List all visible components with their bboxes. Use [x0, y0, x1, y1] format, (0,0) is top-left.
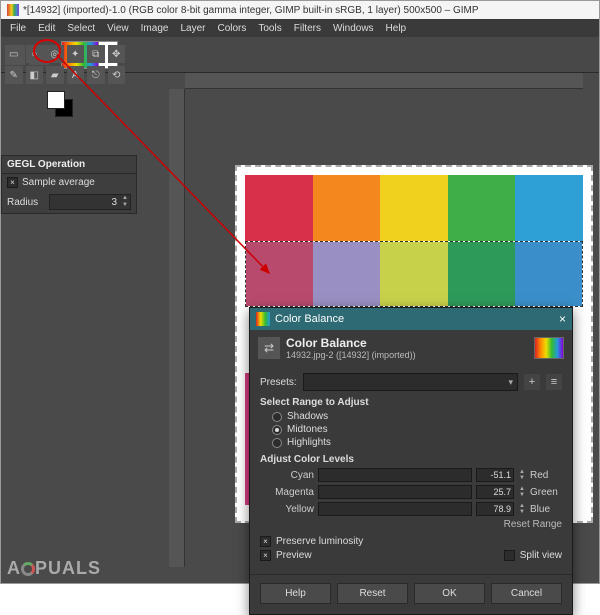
- menu-bar: File Edit Select View Image Layer Colors…: [1, 19, 599, 37]
- split-view-check[interactable]: Split view: [504, 550, 562, 561]
- preview-check[interactable]: ×Preview: [260, 550, 312, 561]
- radius-label: Radius: [7, 197, 45, 208]
- menu-view[interactable]: View: [102, 21, 134, 36]
- radius-input[interactable]: [50, 196, 120, 209]
- radio-highlights[interactable]: Highlights: [260, 437, 562, 448]
- cyan-red-slider[interactable]: [318, 468, 472, 482]
- yel-down[interactable]: ▼: [518, 509, 526, 515]
- toolbox: ▭ ○ ◎ ✦ ⧉ ✥ ✎ ◧ ▰ A ⎋ ⟲: [5, 45, 125, 87]
- menu-tools[interactable]: Tools: [253, 21, 286, 36]
- presets-select[interactable]: ▾: [303, 373, 518, 391]
- radio-midtones[interactable]: Midtones: [260, 424, 562, 435]
- reset-range-link[interactable]: Reset Range: [260, 519, 562, 530]
- sample-avg-label: Sample average: [22, 177, 95, 188]
- preview-swatch: [534, 337, 564, 359]
- cyan-down[interactable]: ▼: [518, 475, 526, 481]
- window-title: *[14932] (imported)-1.0 (RGB color 8-bit…: [23, 5, 479, 16]
- gimp-icon: [7, 4, 19, 16]
- dialog-titlebar[interactable]: Color Balance ×: [250, 308, 572, 330]
- balance-icon: ⇄: [258, 337, 280, 359]
- dialog-icon: [256, 312, 270, 326]
- adjust-label: Adjust Color Levels: [260, 454, 354, 465]
- range-label: Select Range to Adjust: [260, 397, 369, 408]
- cyan-label: Cyan: [266, 470, 314, 481]
- radius-up[interactable]: ▲: [120, 195, 130, 202]
- red-label: Red: [530, 470, 562, 481]
- magenta-label: Magenta: [266, 487, 314, 498]
- menu-edit[interactable]: Edit: [33, 21, 60, 36]
- tool-move[interactable]: ✥: [108, 45, 126, 63]
- tool-crop[interactable]: ⧉: [87, 45, 105, 63]
- radius-spinner[interactable]: ▲▼: [49, 194, 131, 210]
- tool-paintbrush[interactable]: ✎: [5, 66, 23, 84]
- watermark: APUALS: [7, 558, 101, 579]
- tool-ellipse-select[interactable]: ○: [26, 45, 44, 63]
- mag-down[interactable]: ▼: [518, 492, 526, 498]
- radius-down[interactable]: ▼: [120, 202, 130, 209]
- yellow-label: Yellow: [266, 504, 314, 515]
- tool-fuzzy-select[interactable]: ✦: [67, 45, 85, 63]
- window-titlebar: *[14932] (imported)-1.0 (RGB color 8-bit…: [1, 1, 599, 19]
- tool-measure[interactable]: ⟲: [108, 66, 126, 84]
- magenta-green-slider[interactable]: [318, 485, 472, 499]
- menu-file[interactable]: File: [5, 21, 31, 36]
- menu-colors[interactable]: Colors: [212, 21, 251, 36]
- green-label: Green: [530, 487, 562, 498]
- menu-windows[interactable]: Windows: [328, 21, 379, 36]
- magenta-value[interactable]: 25.7: [476, 485, 514, 499]
- tool-eraser[interactable]: ◧: [26, 66, 44, 84]
- sample-avg-checkbox[interactable]: ×: [7, 177, 18, 188]
- tool-rect-select[interactable]: ▭: [5, 45, 23, 63]
- radio-shadows[interactable]: Shadows: [260, 411, 562, 422]
- ruler-vertical: [169, 89, 185, 567]
- yellow-value[interactable]: 78.9: [476, 502, 514, 516]
- chevron-down-icon: ▾: [508, 377, 513, 388]
- tool-bucket[interactable]: ▰: [46, 66, 64, 84]
- close-icon[interactable]: ×: [559, 312, 566, 326]
- presets-label: Presets:: [260, 377, 297, 388]
- preset-menu-button[interactable]: ≡: [546, 374, 562, 390]
- menu-image[interactable]: Image: [136, 21, 174, 36]
- tool-free-select[interactable]: ◎: [46, 45, 64, 63]
- tool-path[interactable]: ⎋: [87, 66, 105, 84]
- reset-button[interactable]: Reset: [337, 583, 408, 604]
- cyan-value[interactable]: -51.1: [476, 468, 514, 482]
- menu-select[interactable]: Select: [62, 21, 100, 36]
- tool-options-panel: GEGL Operation × Sample average Radius ▲…: [1, 155, 137, 214]
- sample-average-row[interactable]: × Sample average: [2, 174, 136, 191]
- ruler-horizontal: [185, 73, 583, 89]
- dialog-heading: Color Balance: [286, 336, 528, 350]
- dialog-subtitle: 14932.jpg-2 ([14932] (imported)): [286, 350, 528, 360]
- color-balance-dialog: Color Balance × ⇄ Color Balance 14932.jp…: [249, 307, 573, 615]
- tool-text[interactable]: A: [67, 66, 85, 84]
- menu-layer[interactable]: Layer: [175, 21, 210, 36]
- cancel-button[interactable]: Cancel: [491, 583, 562, 604]
- yellow-blue-slider[interactable]: [318, 502, 472, 516]
- panel-title: GEGL Operation: [2, 156, 136, 174]
- add-preset-button[interactable]: +: [524, 374, 540, 390]
- help-button[interactable]: Help: [260, 583, 331, 604]
- fg-color[interactable]: [47, 91, 65, 109]
- preserve-luminosity-check[interactable]: ×Preserve luminosity: [260, 536, 562, 547]
- blue-label: Blue: [530, 504, 562, 515]
- menu-filters[interactable]: Filters: [289, 21, 326, 36]
- menu-help[interactable]: Help: [381, 21, 412, 36]
- ok-button[interactable]: OK: [414, 583, 485, 604]
- dialog-title: Color Balance: [275, 313, 344, 325]
